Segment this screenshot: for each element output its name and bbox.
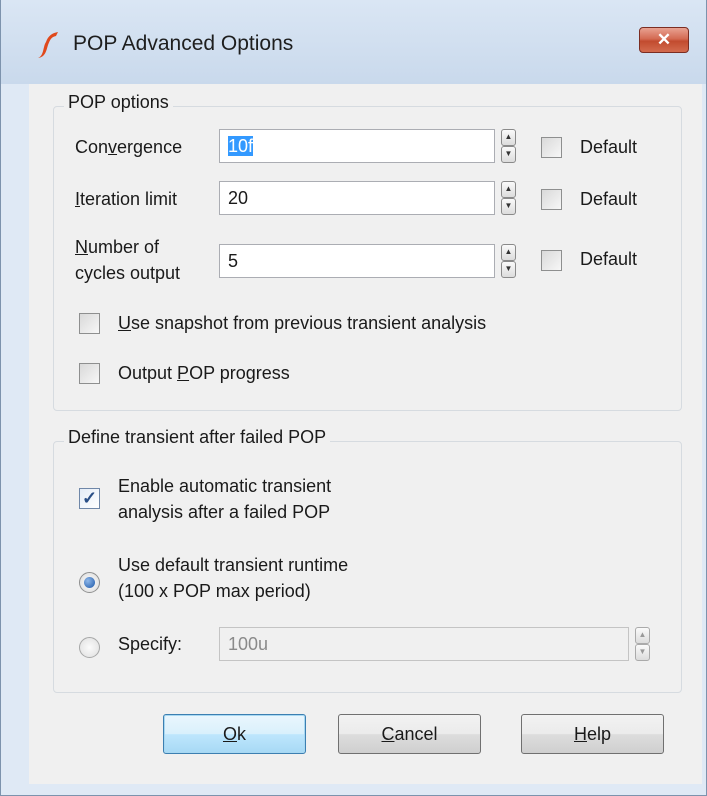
use-snapshot-checkbox[interactable] [79, 313, 100, 334]
use-default-runtime-radio[interactable] [79, 572, 100, 593]
iteration-limit-input[interactable]: 20 [219, 181, 495, 215]
convergence-input[interactable]: 10f [219, 129, 495, 163]
specify-radio[interactable] [79, 637, 100, 658]
cancel-button[interactable]: Cancel [338, 714, 481, 754]
ok-button[interactable]: Ok [163, 714, 306, 754]
use-default-runtime-label-line1[interactable]: Use default transient runtime [118, 554, 348, 577]
close-button[interactable]: ✕ [639, 27, 689, 53]
cycles-output-default-checkbox[interactable] [541, 250, 562, 271]
convergence-default-label: Default [580, 137, 638, 157]
cycles-output-label-line1: Number of [75, 237, 160, 257]
convergence-default-checkbox[interactable] [541, 137, 562, 158]
spin-up-icon[interactable]: ▲ [501, 181, 516, 198]
output-progress-label[interactable]: Output POP progress [118, 362, 290, 385]
pop-options-group-label: POP options [64, 92, 173, 113]
enable-auto-transient-checkbox[interactable]: ✓ [79, 488, 100, 509]
cycles-output-spin[interactable]: ▲ ▼ [501, 244, 516, 278]
app-logo-icon [38, 32, 58, 58]
cycles-output-label-line2: cycles output [75, 263, 181, 283]
spin-down-icon[interactable]: ▼ [501, 146, 516, 163]
iteration-limit-label: Iteration limit [75, 189, 178, 209]
dialog-client-area: POP options Convergence 10f ▲ ▼ Default … [29, 84, 702, 784]
enable-auto-transient-label-line1[interactable]: Enable automatic transient [118, 475, 331, 498]
output-progress-checkbox[interactable] [79, 363, 100, 384]
help-button[interactable]: Help [521, 714, 664, 754]
use-default-runtime-label-line2[interactable]: (100 x POP max period) [118, 580, 311, 603]
specify-input[interactable]: 100u [219, 627, 629, 661]
iteration-limit-spin[interactable]: ▲ ▼ [501, 181, 516, 215]
title-bar[interactable]: POP Advanced Options ✕ [1, 0, 706, 84]
convergence-label: Convergence [75, 137, 183, 157]
spin-up-icon[interactable]: ▲ [635, 627, 650, 644]
dialog-window: POP Advanced Options ✕ POP options Conve… [0, 0, 707, 796]
enable-auto-transient-label-line2[interactable]: analysis after a failed POP [118, 501, 330, 524]
iteration-limit-default-label: Default [580, 189, 638, 209]
spin-down-icon[interactable]: ▼ [501, 198, 516, 215]
cycles-output-default-label: Default [580, 249, 638, 269]
close-icon: ✕ [656, 30, 672, 49]
use-snapshot-label[interactable]: Use snapshot from previous transient ana… [118, 312, 486, 335]
spin-up-icon[interactable]: ▲ [501, 129, 516, 146]
specify-label[interactable]: Specify: [118, 633, 182, 656]
iteration-limit-default-checkbox[interactable] [541, 189, 562, 210]
cycles-output-input[interactable]: 5 [219, 244, 495, 278]
convergence-spin[interactable]: ▲ ▼ [501, 129, 516, 163]
spin-down-icon[interactable]: ▼ [635, 644, 650, 661]
transient-group-label: Define transient after failed POP [64, 427, 331, 448]
spin-up-icon[interactable]: ▲ [501, 244, 516, 261]
radio-selected-dot [84, 577, 95, 588]
checkmark-icon: ✓ [82, 488, 98, 508]
window-title: POP Advanced Options [73, 32, 294, 55]
spin-down-icon[interactable]: ▼ [501, 261, 516, 278]
specify-spin[interactable]: ▲ ▼ [635, 627, 650, 661]
